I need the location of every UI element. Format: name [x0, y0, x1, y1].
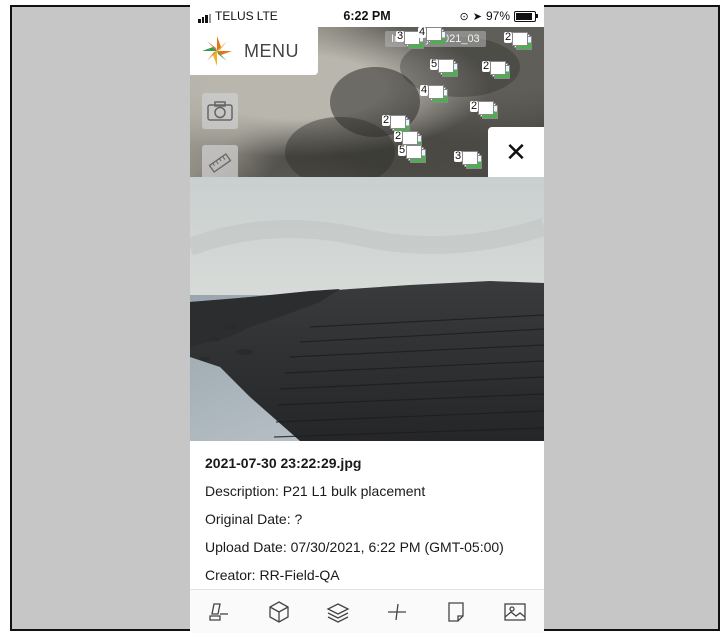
3d-view-button[interactable] [264, 597, 294, 627]
battery-percent: 97% [485, 9, 510, 23]
app-logo-icon [202, 36, 232, 66]
photo-upload-date: Upload Date: 07/30/2021, 6:22 PM (GMT-05… [205, 539, 504, 555]
photo-details: 2021-07-30 23:22:29.jpg Description: P21… [190, 441, 544, 591]
note-button[interactable] [441, 597, 471, 627]
photo-creator: Creator: RR-Field-QA [205, 567, 340, 583]
photo-marker[interactable]: 4 [420, 85, 448, 103]
phone-screen: TELUS LTE 6:22 PM ⊙ ➤ 97% MENU 3 4 2 2 5… [190, 5, 544, 633]
image-button[interactable] [500, 597, 530, 627]
photo-filename: 2021-07-30 23:22:29.jpg [205, 455, 362, 471]
menu-label: MENU [244, 40, 299, 61]
rotation-lock-icon: ⊙ [459, 10, 469, 23]
ruler-icon [208, 153, 232, 173]
close-icon: ✕ [505, 136, 527, 167]
photo-marker[interactable]: 5 [398, 145, 426, 163]
camera-icon [207, 101, 233, 121]
measure-icon [387, 603, 406, 621]
markup-button[interactable] [205, 597, 235, 627]
camera-button[interactable] [202, 93, 238, 129]
photo-original-date: Original Date: ? [205, 511, 303, 527]
location-arrow-icon: ➤ [472, 10, 482, 23]
photo-marker[interactable]: 2 [382, 115, 410, 133]
photo-marker[interactable]: 4 [418, 27, 446, 45]
layers-icon [326, 603, 349, 623]
menu-button[interactable]: MENU [190, 27, 318, 75]
battery-icon [514, 10, 538, 22]
photo-marker[interactable]: 2 [504, 32, 532, 50]
photo-marker[interactable]: 3 [454, 151, 482, 169]
image-icon [503, 603, 526, 621]
photo-marker[interactable]: 5 [430, 59, 458, 77]
bottom-toolbar [190, 589, 544, 633]
photo-preview[interactable] [190, 177, 544, 441]
photo-marker[interactable]: 2 [394, 131, 422, 149]
status-bar: TELUS LTE 6:22 PM ⊙ ➤ 97% [190, 5, 544, 27]
measure-button[interactable] [382, 597, 412, 627]
photo-marker[interactable]: 2 [470, 101, 498, 119]
photo-marker[interactable]: 2 [482, 61, 510, 79]
measure-tool-button[interactable] [202, 145, 238, 177]
layers-button[interactable] [323, 597, 353, 627]
3d-box-icon [268, 601, 289, 623]
close-button[interactable]: ✕ [488, 127, 544, 177]
photo-description: Description: P21 L1 bulk placement [205, 483, 426, 499]
markup-icon [208, 603, 228, 621]
note-icon [447, 602, 464, 622]
